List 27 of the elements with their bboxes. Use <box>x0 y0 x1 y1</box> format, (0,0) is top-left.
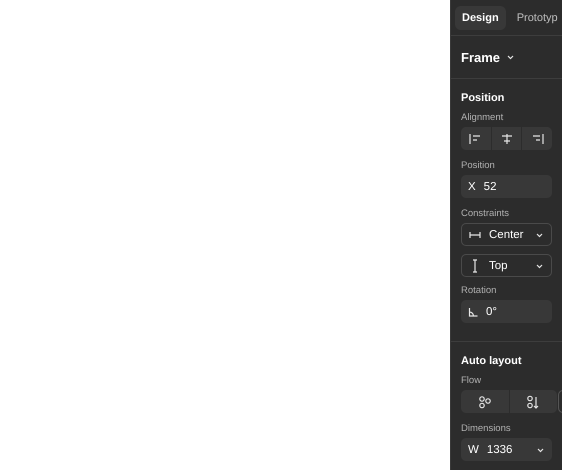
field-label: Constraints <box>461 208 510 219</box>
constraint-dropdown[interactable]: Top <box>461 254 552 277</box>
constraint-dropdown[interactable]: Center <box>461 223 552 246</box>
field-label: Rotation <box>461 285 498 296</box>
frame-title[interactable]: Frame <box>461 50 500 64</box>
chevron-down-icon <box>506 53 516 61</box>
width-input[interactable]: W 1336 <box>461 438 552 461</box>
chevron-down-icon <box>535 230 544 238</box>
angle-icon <box>468 306 478 316</box>
tab[interactable]: Design <box>455 6 506 30</box>
section-heading: Position <box>461 91 506 106</box>
chevron-down-icon <box>535 262 544 270</box>
field-label: Position <box>461 160 496 171</box>
section-heading: Auto layout <box>461 354 522 369</box>
field-label: Alignment <box>461 112 504 123</box>
field-value: 52 <box>484 180 498 192</box>
shapes-icon <box>478 394 492 408</box>
field-prefix: W <box>468 444 479 456</box>
rotation-input[interactable]: 0° <box>461 300 552 323</box>
field-label: Flow <box>461 375 482 386</box>
field-label: Dimensions <box>461 423 512 434</box>
x-input[interactable]: X 52 <box>461 175 552 198</box>
tab[interactable]: Prototyp <box>510 6 562 30</box>
chevron-down-icon <box>536 446 545 454</box>
field-value: 1336 <box>486 444 514 456</box>
field-prefix: X <box>468 180 476 192</box>
arrange-down-icon <box>526 394 540 408</box>
